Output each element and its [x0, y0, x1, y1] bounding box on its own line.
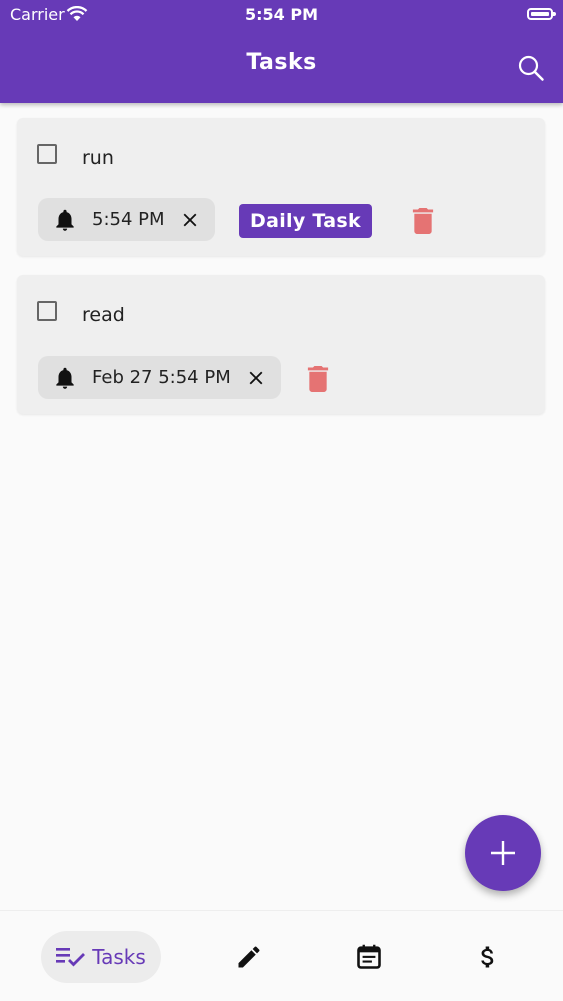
- bell-icon: [56, 367, 74, 389]
- status-time: 5:54 PM: [244, 5, 318, 24]
- add-task-button[interactable]: [465, 815, 541, 891]
- nav-item-label: Tasks: [92, 945, 146, 969]
- bottom-nav: Tasks: [0, 910, 563, 1001]
- page-title: Tasks: [246, 50, 317, 75]
- close-icon[interactable]: [245, 367, 267, 389]
- reminder-time: 5:54 PM: [92, 209, 165, 230]
- bell-icon: [56, 209, 74, 231]
- trash-icon[interactable]: [307, 366, 329, 392]
- plus-icon: [491, 841, 515, 865]
- daily-task-badge: Daily Task: [239, 204, 372, 238]
- task-card[interactable]: read Feb 27 5:54 PM: [17, 275, 545, 414]
- reminder-chip[interactable]: Feb 27 5:54 PM: [38, 356, 281, 399]
- task-checkbox[interactable]: [37, 301, 57, 321]
- task-text: run: [82, 147, 114, 169]
- dollar-icon[interactable]: [474, 943, 502, 971]
- task-card[interactable]: run 5:54 PM Daily Task: [17, 118, 545, 256]
- battery-icon: [527, 8, 556, 20]
- calendar-note-icon[interactable]: [355, 943, 383, 971]
- task-checkbox[interactable]: [37, 144, 57, 164]
- pencil-icon[interactable]: [235, 943, 263, 971]
- trash-icon[interactable]: [412, 208, 434, 234]
- search-icon[interactable]: [517, 54, 545, 82]
- task-text: read: [82, 304, 125, 326]
- nav-item-tasks[interactable]: Tasks: [41, 931, 161, 983]
- status-bar: Carrier 5:54 PM: [0, 0, 563, 30]
- app-bar: Carrier 5:54 PM Tasks: [0, 0, 563, 103]
- checklist-icon: [56, 948, 86, 967]
- reminder-time: Feb 27 5:54 PM: [92, 367, 231, 388]
- reminder-chip[interactable]: 5:54 PM: [38, 198, 215, 241]
- close-icon[interactable]: [179, 209, 201, 231]
